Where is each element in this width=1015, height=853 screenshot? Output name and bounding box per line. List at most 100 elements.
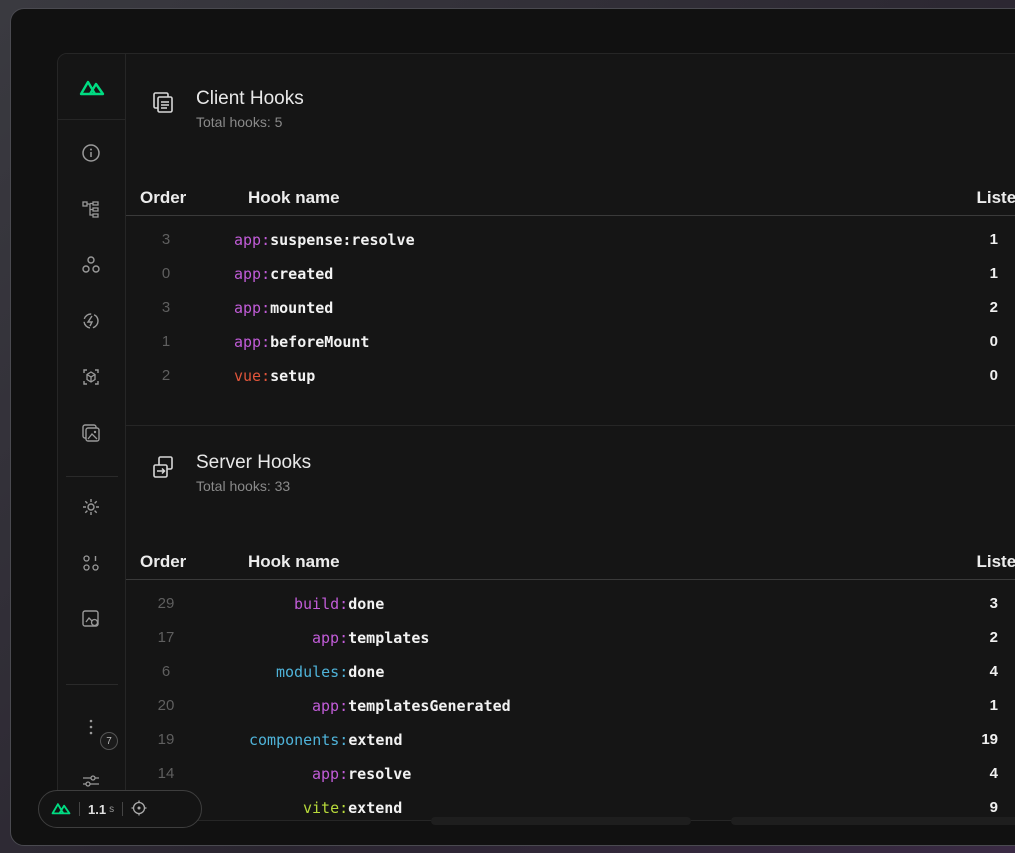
3d-box-icon[interactable] xyxy=(78,364,104,390)
hook-prefix: app: xyxy=(234,299,271,317)
hook-suffix: extend xyxy=(348,731,403,749)
listener-count: 0 xyxy=(989,367,998,384)
col-hook-name[interactable]: Hook name xyxy=(248,188,340,208)
col-listeners[interactable]: Listene xyxy=(976,552,1015,572)
table-row[interactable]: 20 app:templatesGenerated 1 xyxy=(126,690,1015,724)
hook-prefix: app: xyxy=(234,231,271,249)
hook-prefix: app: xyxy=(234,333,271,351)
gallery-icon[interactable] xyxy=(78,606,104,632)
hook-suffix: extend xyxy=(348,799,403,817)
hook-name: components:extend xyxy=(249,731,403,749)
hook-name: vite:extend xyxy=(303,799,402,817)
hook-suffix: mounted xyxy=(270,299,334,317)
hook-name: app:suspense:resolve xyxy=(234,231,415,249)
table-row[interactable]: 29 build:done 3 xyxy=(126,588,1015,622)
hook-order: 3 xyxy=(161,231,171,248)
hook-prefix: app: xyxy=(312,765,349,783)
component-tree-icon[interactable] xyxy=(78,196,104,222)
hook-name: modules:done xyxy=(276,663,384,681)
nuxt-logo-icon[interactable] xyxy=(51,801,71,818)
hook-suffix: setup xyxy=(270,367,316,385)
separator xyxy=(79,802,80,816)
image-icon[interactable] xyxy=(78,420,104,446)
table-row[interactable]: 3 app:suspense:resolve 1 xyxy=(126,224,1015,258)
table-row[interactable]: 3 app:mounted 2 xyxy=(126,292,1015,326)
hook-name: app:templatesGenerated xyxy=(312,697,511,715)
hook-name: app:mounted xyxy=(234,299,333,317)
more-count-badge: 7 xyxy=(100,732,118,750)
hook-order: 17 xyxy=(157,629,175,646)
hooks-main: Client Hooks Total hooks: 5 Order Hook n… xyxy=(126,54,1015,820)
table-row[interactable]: 1 app:beforeMount 0 xyxy=(126,326,1015,360)
hook-prefix: vue: xyxy=(234,367,271,385)
table-header: Order Hook name Listene xyxy=(126,544,1015,580)
listener-count: 2 xyxy=(989,629,998,646)
col-listeners[interactable]: Listene xyxy=(976,188,1015,208)
listener-count: 0 xyxy=(989,333,998,350)
listener-count: 4 xyxy=(989,663,998,680)
table-row[interactable]: 17 app:templates 2 xyxy=(126,622,1015,656)
listener-count: 2 xyxy=(989,299,998,316)
hook-suffix: beforeMount xyxy=(270,333,370,351)
hook-suffix: suspense:resolve xyxy=(270,231,415,249)
listener-count: 4 xyxy=(989,765,998,782)
hook-order: 19 xyxy=(157,731,175,748)
hook-order: 2 xyxy=(161,367,171,384)
hook-name: app:created xyxy=(234,265,333,283)
page-title: Server Hooks xyxy=(196,452,312,473)
col-hook-name[interactable]: Hook name xyxy=(248,552,340,572)
settings-icon[interactable] xyxy=(78,494,104,520)
hook-prefix: modules: xyxy=(276,663,349,681)
modules-icon[interactable] xyxy=(78,252,104,278)
separator xyxy=(122,802,124,816)
col-order[interactable]: Order xyxy=(140,552,186,572)
hooks-count: Total hooks: 5 xyxy=(196,114,283,130)
table-row[interactable]: 19 components:extend 19 xyxy=(126,724,1015,758)
hooks-count: Total hooks: 33 xyxy=(196,478,291,494)
devtools-toggle-bar[interactable]: 1.1 s xyxy=(38,790,202,828)
sidebar-divider xyxy=(66,476,118,477)
scroll-track xyxy=(431,817,691,825)
inspect-target-icon[interactable] xyxy=(131,800,147,819)
hook-order: 1 xyxy=(161,333,171,350)
hook-suffix: templatesGenerated xyxy=(348,697,511,715)
listener-count: 19 xyxy=(981,731,998,748)
table-row[interactable]: 14 app:resolve 4 xyxy=(126,758,1015,792)
table-header: Order Hook name Listene xyxy=(126,180,1015,216)
scroll-track xyxy=(731,817,1015,825)
table-row[interactable]: 0 app:created 1 xyxy=(126,258,1015,292)
hook-name: app:templates xyxy=(312,629,429,647)
hook-name: vue:setup xyxy=(234,367,315,385)
load-time-unit: s xyxy=(109,803,115,815)
dots-grid-icon[interactable] xyxy=(78,550,104,576)
hook-suffix: resolve xyxy=(348,765,412,783)
hook-name: app:beforeMount xyxy=(234,333,369,351)
table-row[interactable]: 6 modules:done 4 xyxy=(126,656,1015,690)
listener-count: 1 xyxy=(989,697,998,714)
listener-count: 9 xyxy=(989,799,998,816)
hook-order: 6 xyxy=(161,663,171,680)
col-order[interactable]: Order xyxy=(140,188,186,208)
sidebar-divider xyxy=(66,684,118,685)
server-hooks-icon xyxy=(150,454,176,480)
load-time: 1.1 xyxy=(88,801,107,817)
hook-order: 3 xyxy=(161,299,171,316)
hook-order: 0 xyxy=(161,265,171,282)
page-title: Client Hooks xyxy=(196,88,304,109)
nuxt-logo-icon[interactable] xyxy=(58,54,126,120)
listener-count: 1 xyxy=(989,231,998,248)
hook-prefix: components: xyxy=(249,731,349,749)
hook-prefix: app: xyxy=(312,697,349,715)
hook-prefix: build: xyxy=(294,595,349,613)
client-hooks-icon xyxy=(150,90,176,116)
listener-count: 1 xyxy=(989,265,998,282)
hook-suffix: created xyxy=(270,265,334,283)
hook-prefix: vite: xyxy=(303,799,349,817)
hook-order: 20 xyxy=(157,697,175,714)
table-row[interactable]: 2 vue:setup 0 xyxy=(126,360,1015,394)
info-icon[interactable] xyxy=(78,140,104,166)
hook-name: app:resolve xyxy=(312,765,411,783)
hooks-icon[interactable] xyxy=(78,308,104,334)
app-window: 7 Client Hooks Total hooks: 5 Order Hook… xyxy=(10,8,1015,846)
hook-prefix: app: xyxy=(312,629,349,647)
